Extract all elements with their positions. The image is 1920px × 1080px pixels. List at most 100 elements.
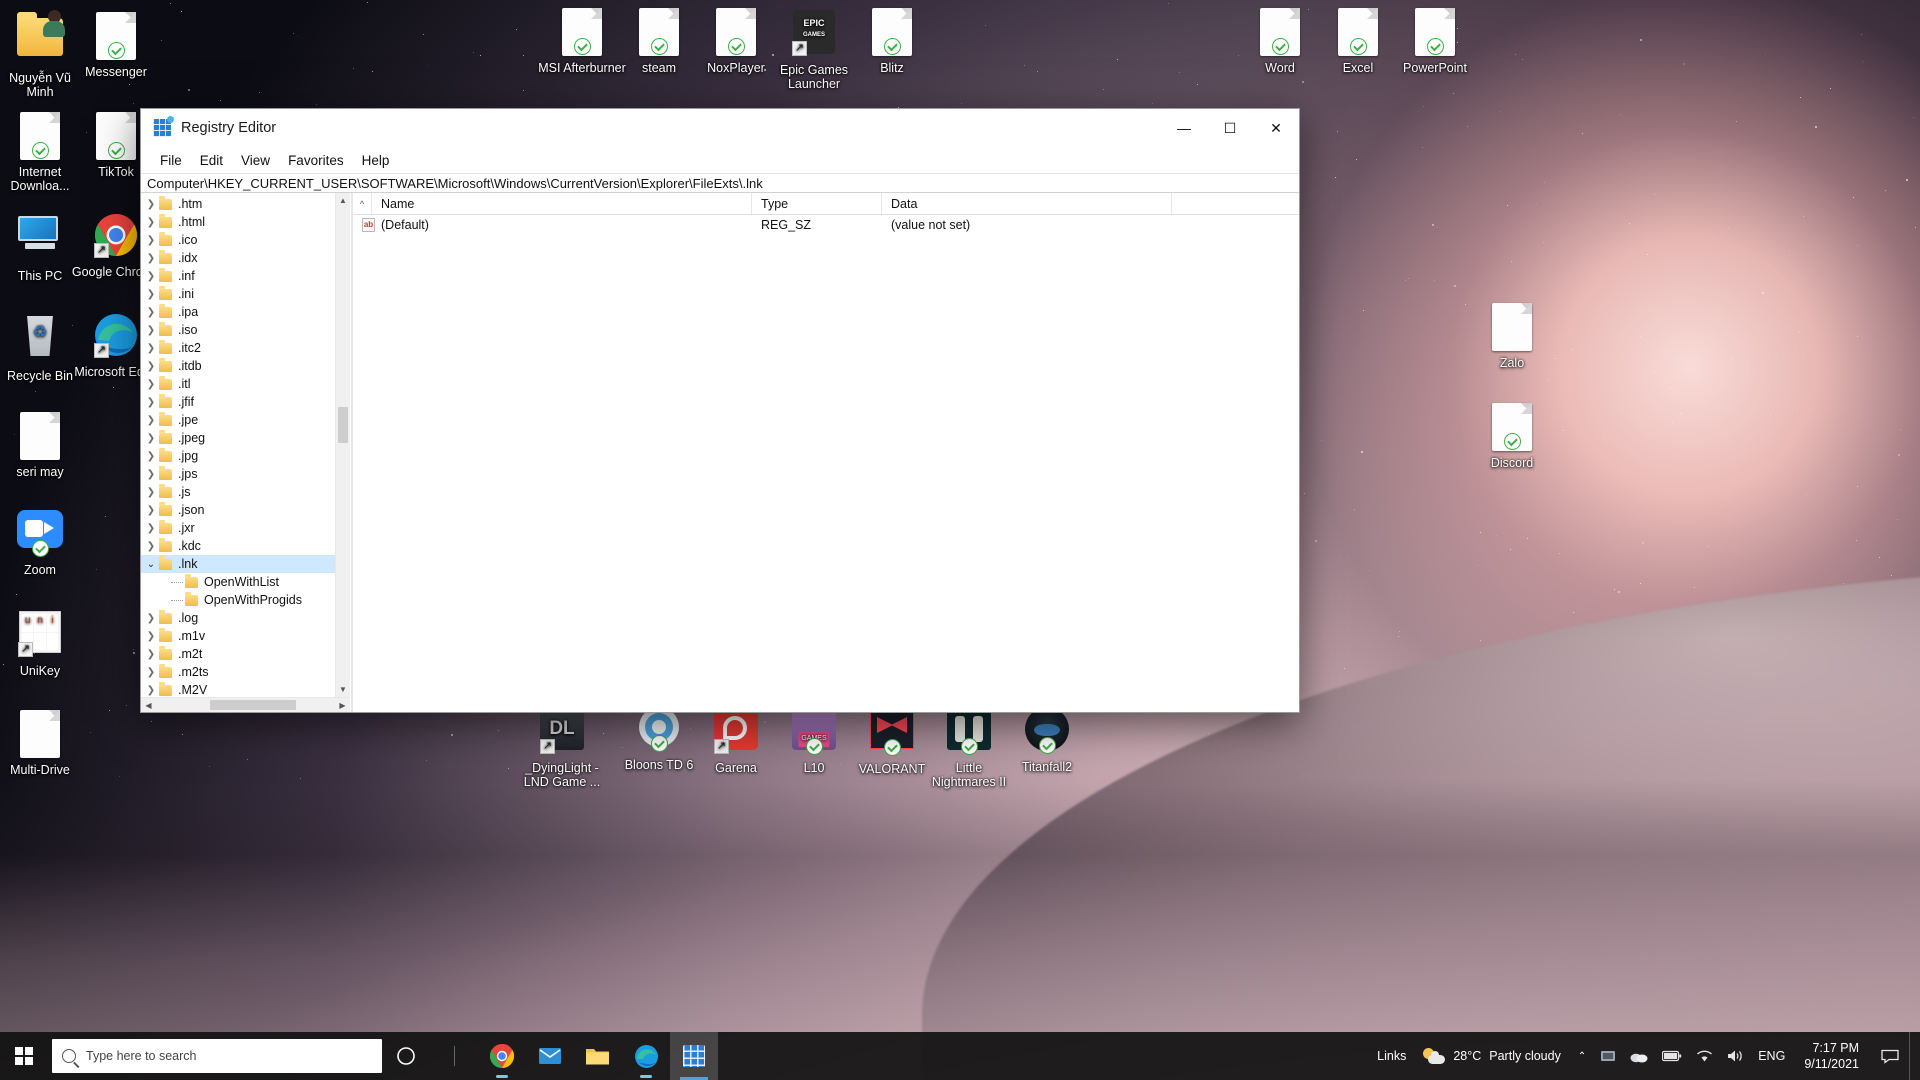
chevron-right-icon[interactable]: ❯ bbox=[143, 469, 159, 480]
close-button[interactable]: ✕ bbox=[1253, 109, 1299, 147]
taskbar-mail-icon[interactable] bbox=[526, 1032, 574, 1080]
chevron-right-icon[interactable]: ❯ bbox=[143, 325, 159, 336]
tree-node-ext-itc2[interactable]: ❯.itc2 bbox=[141, 339, 350, 357]
registry-path-input[interactable] bbox=[147, 176, 1293, 191]
chevron-right-icon[interactable]: ❯ bbox=[143, 523, 159, 534]
tree-node-ext-m2ts[interactable]: ❯.m2ts bbox=[141, 663, 350, 681]
language-indicator[interactable]: ENG bbox=[1751, 1032, 1792, 1080]
chevron-right-icon[interactable]: ❯ bbox=[143, 271, 159, 282]
tree-node-ext-ipa[interactable]: ❯.ipa bbox=[141, 303, 350, 321]
chevron-right-icon[interactable]: ❯ bbox=[143, 253, 159, 264]
chevron-right-icon[interactable]: ❯ bbox=[143, 397, 159, 408]
taskbar-search-box[interactable]: Type here to search bbox=[52, 1039, 382, 1073]
tray-app-icon[interactable] bbox=[1593, 1032, 1623, 1080]
desktop-icon-multi-drive[interactable]: Multi-Drive bbox=[0, 710, 86, 777]
chevron-right-icon[interactable]: ❯ bbox=[143, 343, 159, 354]
taskbar-file-explorer-icon[interactable] bbox=[574, 1032, 622, 1080]
show-desktop-button[interactable] bbox=[1909, 1032, 1916, 1080]
battery-icon[interactable] bbox=[1655, 1032, 1689, 1080]
chevron-right-icon[interactable]: ❯ bbox=[143, 613, 159, 624]
taskbar-registry-editor-icon[interactable] bbox=[670, 1032, 718, 1080]
tree-node-ext-ini[interactable]: ❯.ini bbox=[141, 285, 350, 303]
desktop-icon-zoom[interactable]: Zoom bbox=[0, 505, 86, 577]
menu-favorites[interactable]: Favorites bbox=[279, 150, 353, 171]
tree-node-ext-m1v[interactable]: ❯.m1v bbox=[141, 627, 350, 645]
wifi-icon[interactable] bbox=[1689, 1032, 1720, 1080]
address-bar[interactable] bbox=[141, 173, 1299, 193]
tree-node-ext-htm[interactable]: ❯.htm bbox=[141, 195, 350, 213]
desktop-icon-discord[interactable]: Discord bbox=[1466, 403, 1558, 470]
desktop-icon-blitz[interactable]: Blitz bbox=[846, 8, 938, 75]
onedrive-icon[interactable] bbox=[1623, 1032, 1655, 1080]
desktop-icon-seri-may[interactable]: seri may bbox=[0, 412, 86, 479]
chevron-right-icon[interactable]: ❯ bbox=[143, 217, 159, 228]
registry-editor-window[interactable]: Registry Editor — ☐ ✕ FileEditViewFavori… bbox=[140, 108, 1300, 713]
tree-node-ext-jpeg[interactable]: ❯.jpeg bbox=[141, 429, 350, 447]
menu-view[interactable]: View bbox=[232, 150, 279, 171]
tree-node-ext-m2v[interactable]: ❯.M2V bbox=[141, 681, 350, 697]
column-header-name[interactable]: Name bbox=[372, 193, 752, 214]
column-header-data[interactable]: Data bbox=[882, 193, 1172, 214]
start-button[interactable] bbox=[0, 1032, 48, 1080]
sort-indicator-icon[interactable]: ^ bbox=[353, 193, 372, 214]
tree-node-ext-html[interactable]: ❯.html bbox=[141, 213, 350, 231]
chevron-right-icon[interactable]: ❯ bbox=[143, 361, 159, 372]
chevron-right-icon[interactable]: ❯ bbox=[143, 541, 159, 552]
tree-node-ext-ico[interactable]: ❯.ico bbox=[141, 231, 350, 249]
tree-node-ext-itdb[interactable]: ❯.itdb bbox=[141, 357, 350, 375]
taskbar-edge-icon[interactable] bbox=[622, 1032, 670, 1080]
menu-file[interactable]: File bbox=[151, 150, 191, 171]
volume-icon[interactable] bbox=[1720, 1032, 1751, 1080]
window-titlebar[interactable]: Registry Editor — ☐ ✕ bbox=[141, 109, 1299, 147]
desktop-icon-messenger[interactable]: Messenger bbox=[70, 12, 162, 79]
desktop-icon-unikey[interactable]: uni↗UniKey bbox=[0, 608, 86, 678]
h-scroll-track[interactable] bbox=[156, 698, 335, 712]
chevron-right-icon[interactable]: ❯ bbox=[143, 307, 159, 318]
tree-node-ext-js[interactable]: ❯.js bbox=[141, 483, 350, 501]
chevron-right-icon[interactable]: ❯ bbox=[143, 199, 159, 210]
tree-node-ext-m2t[interactable]: ❯.m2t bbox=[141, 645, 350, 663]
menu-help[interactable]: Help bbox=[353, 150, 399, 171]
chevron-right-icon[interactable]: ❯ bbox=[143, 631, 159, 642]
chevron-right-icon[interactable]: ❯ bbox=[143, 685, 159, 696]
tree-node-openwithlist[interactable]: OpenWithList bbox=[141, 573, 350, 591]
scroll-right-arrow[interactable]: ▶ bbox=[335, 701, 350, 710]
chevron-right-icon[interactable]: ❯ bbox=[143, 649, 159, 660]
tree-node-openwithprogids[interactable]: OpenWithProgids bbox=[141, 591, 350, 609]
chevron-right-icon[interactable]: ❯ bbox=[143, 487, 159, 498]
chevron-right-icon[interactable]: ❯ bbox=[143, 415, 159, 426]
chevron-right-icon[interactable]: ❯ bbox=[143, 451, 159, 462]
desktop-icon-dyinglight-lnd-game[interactable]: DL↗_DyingLight - LND Game ... bbox=[516, 705, 608, 789]
maximize-button[interactable]: ☐ bbox=[1207, 109, 1253, 147]
chevron-right-icon[interactable]: ❯ bbox=[143, 235, 159, 246]
minimize-button[interactable]: — bbox=[1161, 109, 1207, 147]
tree-node-ext-idx[interactable]: ❯.idx bbox=[141, 249, 350, 267]
tree-node-ext-jpg[interactable]: ❯.jpg bbox=[141, 447, 350, 465]
desktop-icon-zalo[interactable]: Zalo bbox=[1466, 303, 1558, 370]
desktop-icon-powerpoint[interactable]: PowerPoint bbox=[1389, 8, 1481, 75]
desktop-icon-titanfall2[interactable]: Titanfall2 bbox=[1001, 705, 1093, 774]
tree-vertical-scrollbar[interactable]: ▲ ▼ bbox=[335, 193, 350, 697]
chevron-right-icon[interactable]: ❯ bbox=[143, 379, 159, 390]
scroll-up-arrow[interactable]: ▲ bbox=[336, 193, 350, 208]
scroll-left-arrow[interactable]: ◀ bbox=[141, 701, 156, 710]
tree-node-ext-kdc[interactable]: ❯.kdc bbox=[141, 537, 350, 555]
tree-node-ext-jpe[interactable]: ❯.jpe bbox=[141, 411, 350, 429]
taskbar-clock[interactable]: 7:17 PM 9/11/2021 bbox=[1792, 1032, 1871, 1080]
links-toolbar[interactable]: Links bbox=[1370, 1032, 1413, 1080]
tree-node-ext-inf[interactable]: ❯.inf bbox=[141, 267, 350, 285]
menu-edit[interactable]: Edit bbox=[191, 150, 232, 171]
tree-node-ext-jxr[interactable]: ❯.jxr bbox=[141, 519, 350, 537]
scroll-track[interactable] bbox=[336, 208, 350, 682]
show-hidden-icons-button[interactable]: ⌃ bbox=[1571, 1032, 1593, 1080]
chevron-right-icon[interactable]: ❯ bbox=[143, 505, 159, 516]
task-view-button[interactable] bbox=[382, 1032, 430, 1080]
column-header-type[interactable]: Type bbox=[752, 193, 882, 214]
notification-center-button[interactable] bbox=[1871, 1032, 1909, 1080]
tree-node-ext-lnk[interactable]: ⌄.lnk bbox=[141, 555, 350, 573]
tree-node-ext-itl[interactable]: ❯.itl bbox=[141, 375, 350, 393]
tree-node-ext-jfif[interactable]: ❯.jfif bbox=[141, 393, 350, 411]
tree-node-ext-jps[interactable]: ❯.jps bbox=[141, 465, 350, 483]
taskbar-chrome-icon[interactable] bbox=[478, 1032, 526, 1080]
table-row[interactable]: ab(Default)REG_SZ(value not set) bbox=[353, 215, 1299, 235]
